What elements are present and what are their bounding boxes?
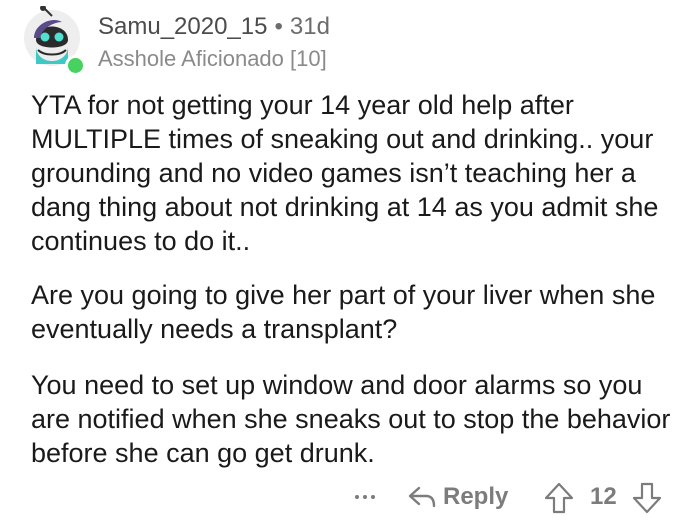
comment-paragraph-1: YTA for not getting your 14 year old hel… [31,90,659,256]
more-options-icon [355,495,359,499]
upvote-button[interactable] [544,482,574,514]
comment-age: 31d [289,13,330,40]
online-status-indicator [65,55,86,76]
more-options-dot [371,495,375,499]
author-username[interactable]: Samu_2020_15 [98,13,267,40]
comment-actions: Reply 12 [0,480,700,520]
comment-paragraph-2: Are you going to give her part of your l… [31,280,656,344]
avatar[interactable] [22,5,86,76]
comment: Samu_2020_15 • 31d Asshole Aficionado [10]… [0,0,700,528]
author-line: Samu_2020_15 • 31d [98,13,330,41]
meta-separator: • [274,13,283,40]
more-options-dot [363,495,367,499]
more-options-button[interactable] [348,480,382,514]
reply-button[interactable]: Reply [408,480,508,514]
comment-header: Samu_2020_15 • 31d Asshole Aficionado [10] [22,5,682,76]
downvote-button[interactable] [632,482,662,514]
reply-label: Reply [443,483,509,510]
reply-arrow-icon [408,486,436,508]
comment-paragraph-3: You need to set up window and door alarm… [31,370,671,468]
author-flair: Asshole Aficionado [10] [98,46,327,71]
upvote-arrow-icon [544,482,574,514]
vote-score: 12 [590,483,617,510]
downvote-arrow-icon [632,482,662,514]
